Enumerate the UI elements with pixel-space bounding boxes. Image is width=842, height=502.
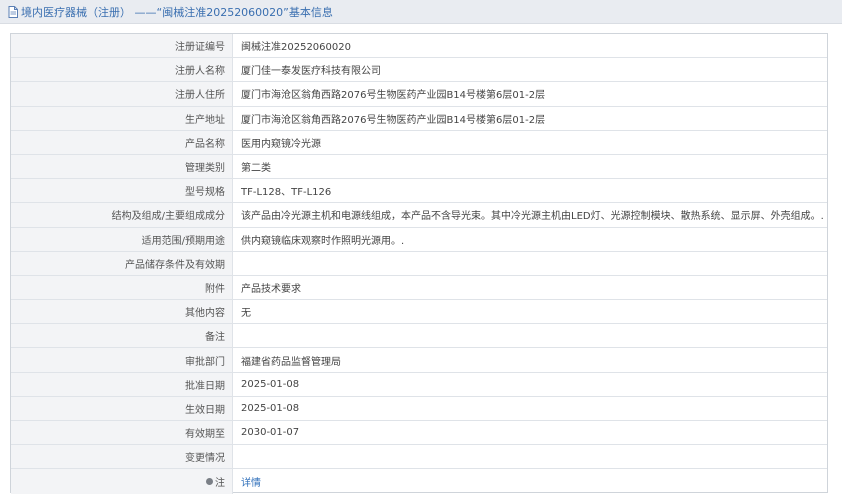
- table-row: 变更情况: [11, 445, 827, 470]
- row-value: 供内窥镜临床观察时作照明光源用。.: [241, 235, 405, 247]
- table-row: 结构及组成/主要组成成分 该产品由冷光源主机和电源线组成，本产品不含导光束。其中…: [11, 203, 827, 228]
- row-label: 有效期至: [11, 421, 233, 445]
- row-value: [233, 445, 827, 468]
- row-label: 产品储存条件及有效期: [11, 251, 233, 275]
- table-row: 产品名称 医用内窥镜冷光源: [11, 130, 827, 155]
- row-value: 2025-01-08: [241, 378, 300, 390]
- row-value: 厦门佳一泰发医疗科技有限公司: [241, 66, 381, 78]
- row-label: 生效日期: [11, 396, 233, 420]
- row-label: 适用范围/预期用途: [11, 227, 233, 251]
- row-label: 批准日期: [11, 372, 233, 396]
- table-row: 注册人名称 厦门佳一泰发医疗科技有限公司: [11, 58, 827, 83]
- row-label: 附件: [11, 275, 233, 300]
- table-row: 注 详情: [11, 469, 827, 494]
- row-value: 厦门市海沧区翁角西路2076号生物医药产业园B14号楼第6层01-2层: [241, 114, 546, 126]
- row-label: 其他内容: [11, 300, 233, 324]
- table-row: 注册人住所 厦门市海沧区翁角西路2076号生物医药产业园B14号楼第6层01-2…: [11, 82, 827, 107]
- document-icon: [8, 5, 18, 18]
- row-value: 2025-01-08: [241, 402, 300, 414]
- row-label: 生产地址: [11, 106, 233, 130]
- table-row: 注册证编号 闽械注准20252060020: [11, 34, 827, 59]
- row-value: 无: [241, 308, 251, 320]
- table-row: 产品储存条件及有效期: [11, 251, 827, 276]
- row-value: 厦门市海沧区翁角西路2076号生物医药产业园B14号楼第6层01-2层: [241, 90, 546, 102]
- row-value: 福建省药品监督管理局: [241, 356, 341, 368]
- note-label: 注: [215, 477, 225, 489]
- row-value: 闽械注准20252060020: [241, 42, 351, 54]
- row-value: [233, 324, 827, 347]
- table-row: 批准日期 2025-01-08: [11, 372, 827, 397]
- table-row: 备注: [11, 324, 827, 349]
- table-row: 型号规格 TF-L128、TF-L126: [11, 179, 827, 204]
- row-label-note: 注: [11, 469, 233, 494]
- row-label: 审批部门: [11, 348, 233, 372]
- row-value: TF-L128、TF-L126: [241, 187, 332, 199]
- table-row: 适用范围/预期用途 供内窥镜临床观察时作照明光源用。.: [11, 227, 827, 252]
- row-value: 医用内窥镜冷光源: [241, 138, 321, 150]
- row-value: [233, 252, 827, 275]
- row-label: 变更情况: [11, 445, 233, 469]
- note-icon: [206, 477, 213, 485]
- table-row: 有效期至 2030-01-07: [11, 421, 827, 446]
- table-row: 管理类别 第二类: [11, 154, 827, 180]
- table-row: 附件 产品技术要求: [11, 275, 827, 301]
- row-label: 型号规格: [11, 179, 233, 203]
- row-label: 结构及组成/主要组成成分: [11, 203, 233, 227]
- table-row: 审批部门 福建省药品监督管理局: [11, 348, 827, 373]
- row-label: 管理类别: [11, 154, 233, 179]
- details-link[interactable]: 详情: [241, 474, 261, 489]
- row-value: 该产品由冷光源主机和电源线组成，本产品不含导光束。其中冷光源主机由LED灯、光源…: [241, 211, 824, 223]
- table-row: 生效日期 2025-01-08: [11, 396, 827, 421]
- row-label: 注册证编号: [11, 34, 233, 58]
- table-row: 其他内容 无: [11, 300, 827, 325]
- table-row: 生产地址 厦门市海沧区翁角西路2076号生物医药产业园B14号楼第6层01-2层: [11, 106, 827, 131]
- row-label: 注册人住所: [11, 82, 233, 106]
- row-value: 产品技术要求: [241, 283, 301, 295]
- row-label: 产品名称: [11, 130, 233, 154]
- row-label: 注册人名称: [11, 58, 233, 82]
- row-label: 备注: [11, 324, 233, 348]
- page-title: 境内医疗器械（注册） ——“闽械注准20252060020”基本信息: [21, 5, 333, 19]
- info-table: 注册证编号 闽械注准20252060020 注册人名称 厦门佳一泰发医疗科技有限…: [10, 33, 828, 494]
- row-value: 第二类: [241, 163, 271, 175]
- row-value: 详情: [233, 469, 827, 493]
- page-title-bar: 境内医疗器械（注册） ——“闽械注准20252060020”基本信息: [0, 0, 842, 24]
- row-value: 2030-01-07: [241, 427, 300, 439]
